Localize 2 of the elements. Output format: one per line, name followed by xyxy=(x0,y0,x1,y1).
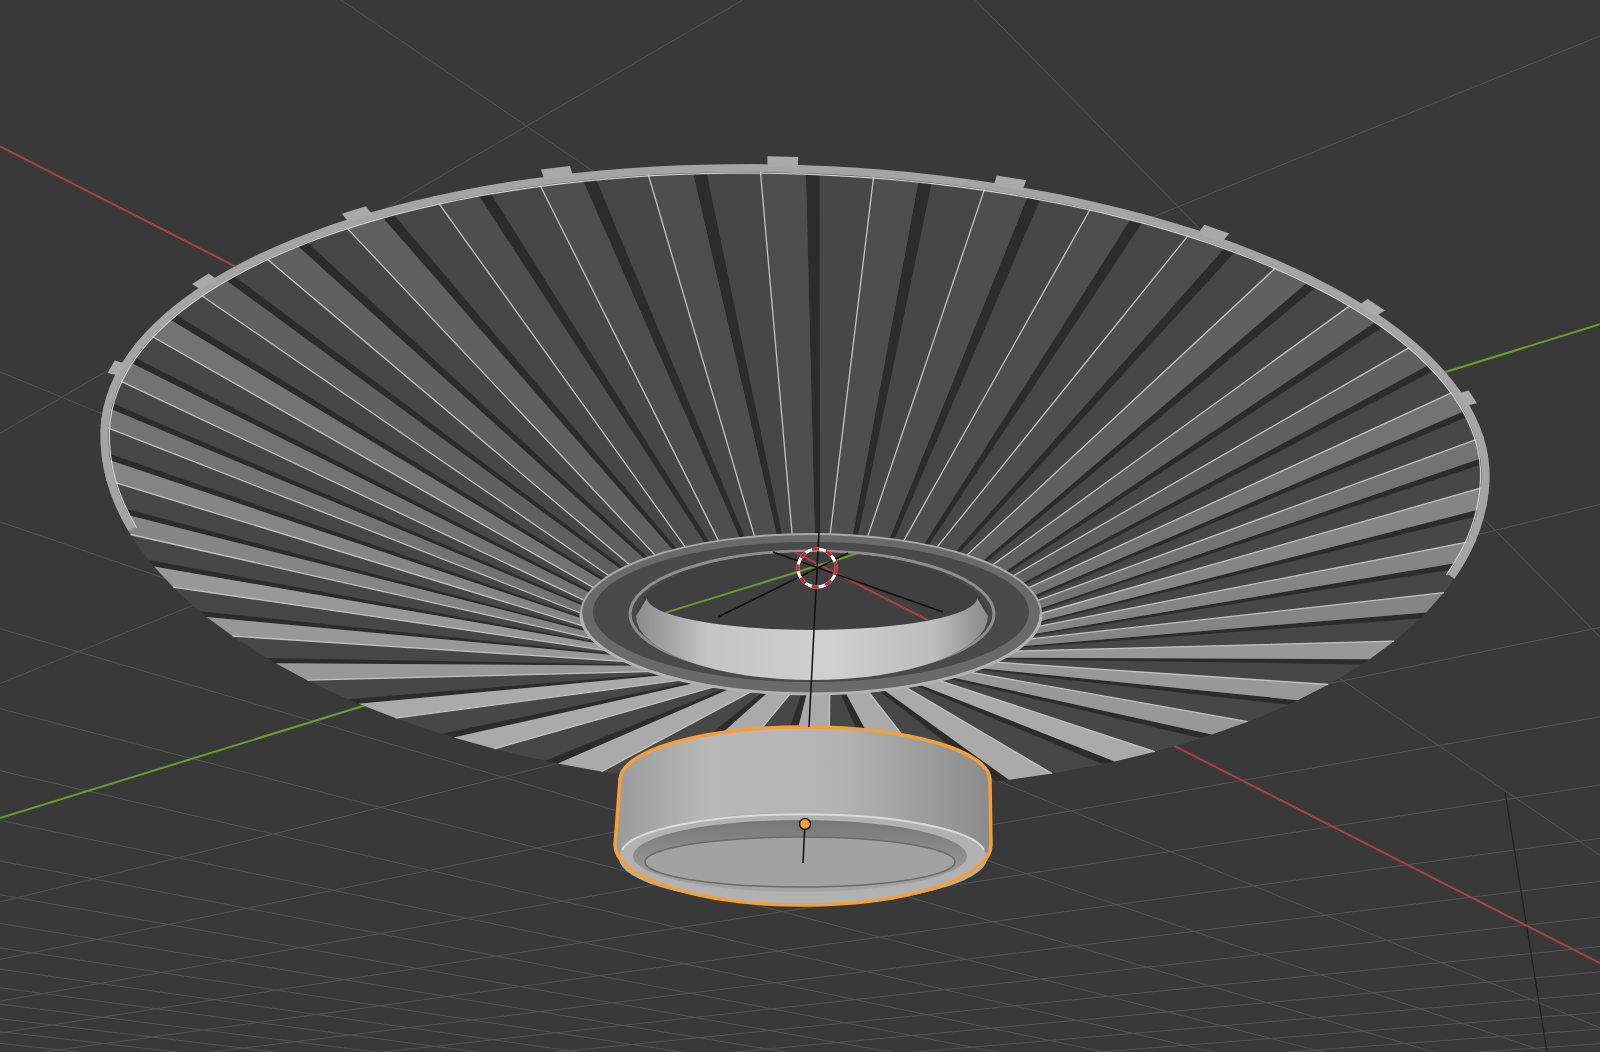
origin-marker-icon xyxy=(798,817,812,864)
cursor-crosshair-icon xyxy=(717,547,944,618)
